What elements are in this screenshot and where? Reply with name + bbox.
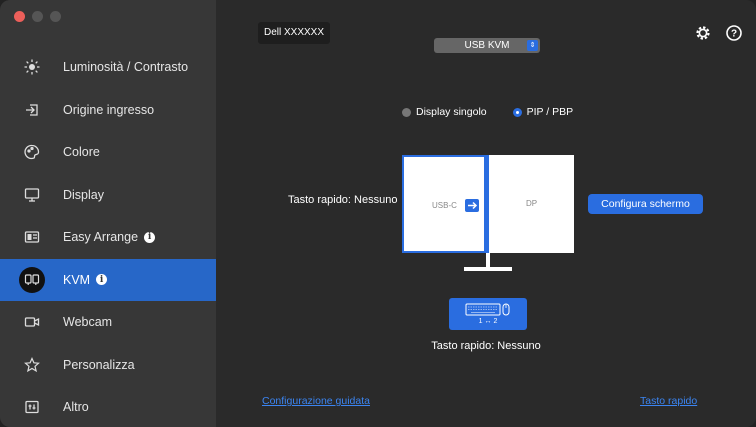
sidebar: Luminosità / Contrasto Origine ingresso … bbox=[0, 0, 216, 427]
info-icon[interactable]: i bbox=[144, 231, 156, 243]
mode-select-value: USB KVM bbox=[464, 40, 510, 51]
zoom-window-button[interactable] bbox=[50, 11, 61, 22]
sidebar-item-kvm[interactable]: KVM i bbox=[0, 258, 216, 301]
window-controls bbox=[14, 11, 61, 22]
minimize-window-button[interactable] bbox=[32, 11, 43, 22]
layout-icon bbox=[19, 224, 45, 250]
sidebar-item-display[interactable]: Display bbox=[0, 174, 216, 217]
sidebar-item-brightness[interactable]: Luminosità / Contrasto bbox=[0, 46, 216, 89]
sun-icon bbox=[19, 54, 45, 80]
monitor-preview: USB-C DP bbox=[402, 155, 574, 253]
star-icon bbox=[19, 352, 45, 378]
usb-c-pane-label: USB-C bbox=[432, 201, 457, 210]
sidebar-item-personalize[interactable]: Personalizza bbox=[0, 344, 216, 387]
radio-pip-pbp-label: PIP / PBP bbox=[526, 106, 574, 118]
hotkey-label-bottom: Tasto rapido: Nessuno bbox=[431, 340, 541, 352]
app-window: Luminosità / Contrasto Origine ingresso … bbox=[0, 0, 756, 427]
sidebar-item-label: Webcam bbox=[63, 315, 113, 330]
display-mode-radio-group: Display singolo PIP / PBP bbox=[402, 106, 573, 118]
sidebar-item-label: KVM bbox=[63, 272, 91, 287]
sidebar-item-label: Altro bbox=[63, 400, 89, 415]
info-icon[interactable]: i bbox=[96, 274, 108, 286]
dp-pane-label: DP bbox=[526, 199, 538, 208]
kvm-tile-label: 1 ↔ 2 bbox=[478, 318, 498, 325]
close-window-button[interactable] bbox=[14, 11, 25, 22]
sidebar-item-label: Easy Arrange bbox=[63, 230, 139, 245]
sidebar-item-label: Origine ingresso bbox=[63, 102, 155, 117]
sidebar-item-label: Luminosità / Contrasto bbox=[63, 60, 189, 75]
radio-pip-pbp[interactable] bbox=[512, 107, 522, 117]
sidebar-item-input-source[interactable]: Origine ingresso bbox=[0, 89, 216, 132]
monitor-stand-neck bbox=[486, 253, 490, 267]
usb-c-pane[interactable]: USB-C bbox=[402, 155, 486, 253]
hotkey-link[interactable]: Tasto rapido bbox=[640, 395, 697, 407]
input-source-icon bbox=[19, 97, 45, 123]
help-icon[interactable]: ? bbox=[725, 24, 743, 42]
webcam-icon bbox=[19, 309, 45, 335]
mode-select[interactable]: USB KVM ⇕ bbox=[434, 38, 540, 53]
sidebar-nav: Luminosità / Contrasto Origine ingresso … bbox=[0, 46, 216, 427]
sidebar-item-easy-arrange[interactable]: Easy Arrange i bbox=[0, 216, 216, 259]
guided-setup-link[interactable]: Configurazione guidata bbox=[262, 395, 370, 407]
main-panel: Dell XXXXXX USB KVM ⇕ ? Display singolo … bbox=[216, 0, 756, 427]
hotkey-label-left: Tasto rapido: Nessuno bbox=[288, 194, 398, 206]
gear-icon[interactable] bbox=[694, 24, 712, 42]
configure-screen-button[interactable]: Configura schermo bbox=[588, 194, 703, 214]
monitor-icon bbox=[19, 182, 45, 208]
sidebar-item-label: Personalizza bbox=[63, 357, 135, 372]
sidebar-item-label: Display bbox=[63, 187, 104, 202]
sidebar-item-label: Colore bbox=[63, 145, 100, 160]
radio-single-display-label: Display singolo bbox=[416, 106, 487, 118]
monitor-stand-base bbox=[464, 267, 512, 271]
kvm-switch-tile[interactable]: 1 ↔ 2 bbox=[449, 298, 527, 330]
radio-single-display[interactable] bbox=[402, 107, 411, 117]
more-icon bbox=[19, 394, 45, 420]
arrow-right-icon[interactable] bbox=[465, 199, 479, 212]
kvm-icon bbox=[19, 266, 45, 293]
monitor-name-label: Dell XXXXXX bbox=[258, 22, 331, 44]
dp-pane[interactable]: DP bbox=[486, 155, 574, 253]
color-palette-icon bbox=[19, 139, 45, 165]
sidebar-item-color[interactable]: Colore bbox=[0, 131, 216, 174]
chevron-updown-icon: ⇕ bbox=[527, 40, 538, 51]
sidebar-item-other[interactable]: Altro bbox=[0, 386, 216, 427]
svg-text:?: ? bbox=[731, 29, 737, 40]
sidebar-item-webcam[interactable]: Webcam bbox=[0, 301, 216, 344]
